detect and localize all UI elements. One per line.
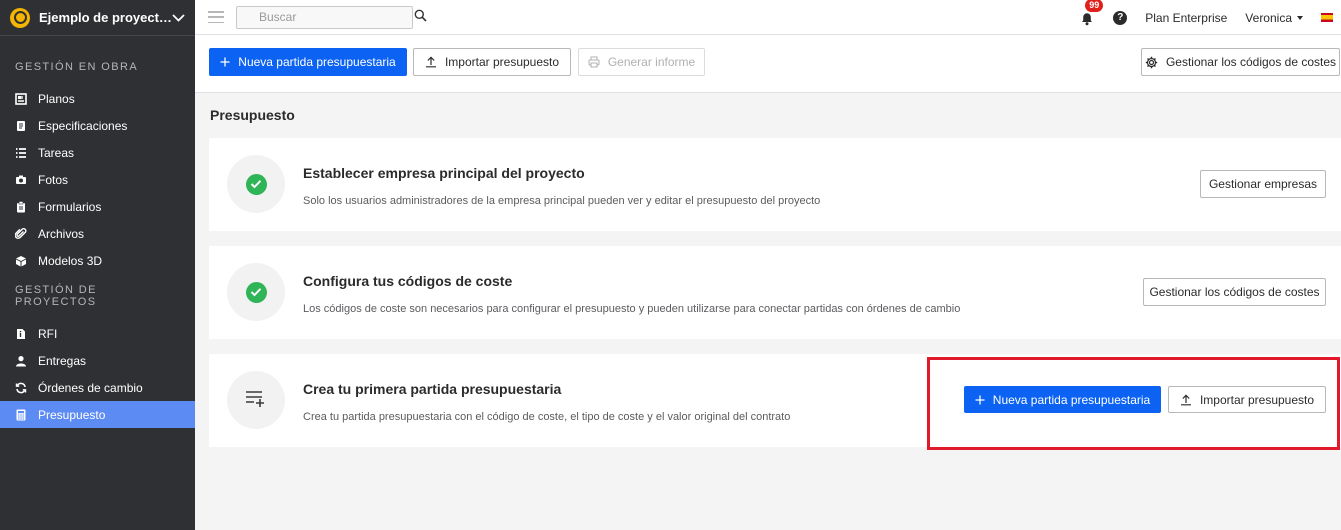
- sidebar-item-planos[interactable]: Planos: [0, 85, 195, 112]
- card-description: Crea tu partida presupuestaria con el có…: [303, 411, 791, 423]
- status-circle: [227, 371, 285, 429]
- top-bar: 99 ? Plan Enterprise Veronica: [195, 0, 1341, 35]
- new-budget-item-label: Nueva partida presupuestaria: [238, 55, 396, 69]
- project-selector[interactable]: Ejemplo de proyect…: [0, 0, 195, 36]
- sidebar-section-title: GESTIÓN EN OBRA: [15, 61, 139, 73]
- setup-card-main-company: Establecer empresa principal del proyect…: [209, 138, 1341, 231]
- user-icon: [15, 355, 27, 367]
- manage-cost-codes-button[interactable]: Gestionar los códigos de costes: [1141, 48, 1340, 76]
- manage-cost-codes-label: Gestionar los códigos de costes: [1165, 55, 1337, 69]
- sidebar-nav-projects: RFI Entregas Órdenes de cambio Presupues…: [0, 320, 195, 428]
- sidebar-item-formularios[interactable]: Formularios: [0, 193, 195, 220]
- manage-companies-button[interactable]: Gestionar empresas: [1200, 170, 1326, 198]
- chevron-down-icon[interactable]: [171, 11, 185, 25]
- top-right-controls: 99 ? Plan Enterprise Veronica: [1079, 0, 1333, 35]
- notifications-button[interactable]: 99: [1079, 0, 1104, 26]
- search-icon[interactable]: [414, 9, 427, 25]
- plans-icon: [15, 92, 27, 105]
- sidebar-item-label: Fotos: [38, 172, 69, 187]
- spain-flag-icon[interactable]: [1321, 13, 1333, 22]
- printer-icon: [588, 56, 600, 68]
- card-title: Crea tu primera partida presupuestaria: [303, 381, 562, 397]
- manage-cost-codes-card-button[interactable]: Gestionar los códigos de costes: [1143, 278, 1326, 306]
- sidebar-item-label: Tareas: [38, 145, 75, 160]
- generate-report-label: Generar informe: [607, 55, 696, 69]
- cube-icon: [15, 255, 27, 267]
- sidebar-item-label: Modelos 3D: [38, 253, 103, 268]
- sidebar-item-rfi[interactable]: RFI: [0, 320, 195, 347]
- sidebar-item-ordenes-de-cambio[interactable]: Órdenes de cambio: [0, 374, 195, 401]
- card-title: Configura tus códigos de coste: [303, 273, 513, 289]
- bell-icon: [1082, 12, 1093, 25]
- sidebar-item-entregas[interactable]: Entregas: [0, 347, 195, 374]
- caret-down-icon: [1297, 15, 1303, 20]
- card-title: Establecer empresa principal del proyect…: [303, 165, 585, 181]
- search-box[interactable]: [236, 5, 427, 29]
- check-circle-icon: [245, 281, 267, 303]
- menu-icon[interactable]: [208, 11, 224, 23]
- generate-report-button[interactable]: Generar informe: [578, 48, 705, 76]
- sidebar-item-label: RFI: [38, 326, 58, 341]
- status-circle: [227, 263, 285, 321]
- search-input[interactable]: [259, 10, 414, 24]
- upload-icon: [425, 56, 437, 68]
- add-list-icon: [245, 390, 267, 411]
- sidebar-item-label: Presupuesto: [38, 407, 106, 422]
- user-name: Veronica: [1245, 10, 1292, 25]
- rfi-icon: [15, 328, 27, 340]
- user-menu[interactable]: Veronica: [1245, 11, 1303, 25]
- sidebar: Ejemplo de proyect… GESTIÓN EN OBRA Plan…: [0, 0, 195, 530]
- plan-label[interactable]: Plan Enterprise: [1145, 11, 1227, 25]
- sidebar-item-tareas[interactable]: Tareas: [0, 139, 195, 166]
- clipboard-icon: [15, 200, 27, 213]
- calculator-icon: [15, 409, 27, 421]
- toolbar: Nueva partida presupuestaria Importar pr…: [195, 35, 1341, 93]
- sidebar-item-archivos[interactable]: Archivos: [0, 220, 195, 247]
- sidebar-item-label: Archivos: [38, 226, 85, 241]
- project-name: Ejemplo de proyect…: [39, 10, 171, 25]
- card-description: Solo los usuarios administradores de la …: [303, 195, 821, 207]
- sidebar-item-presupuesto[interactable]: Presupuesto: [0, 401, 195, 428]
- specifications-icon: [15, 120, 27, 132]
- help-icon[interactable]: ?: [1113, 10, 1128, 25]
- sidebar-item-label: Formularios: [38, 199, 102, 214]
- sidebar-nav-onsite: Planos Especificaciones Tareas Fotos For…: [0, 85, 195, 274]
- status-circle: [227, 155, 285, 213]
- new-budget-item-button[interactable]: Nueva partida presupuestaria: [209, 48, 407, 76]
- plus-icon: [220, 57, 230, 67]
- import-budget-label: Importar presupuesto: [444, 55, 560, 69]
- sidebar-item-label: Planos: [38, 91, 75, 106]
- camera-icon: [15, 174, 27, 186]
- sidebar-section-title: GESTIÓN DE PROYECTOS: [15, 284, 97, 308]
- paperclip-icon: [15, 227, 27, 240]
- highlight-box: [927, 357, 1340, 450]
- sidebar-item-modelos-3d[interactable]: Modelos 3D: [0, 247, 195, 274]
- sidebar-item-label: Especificaciones: [38, 118, 128, 133]
- card-description: Los códigos de coste son necesarios para…: [303, 303, 961, 315]
- project-logo-icon: [10, 7, 30, 28]
- notifications-badge: 99: [1085, 0, 1104, 12]
- setup-card-cost-codes: Configura tus códigos de coste Los códig…: [209, 246, 1341, 339]
- sidebar-item-label: Entregas: [38, 353, 87, 368]
- page-title: Presupuesto: [210, 107, 295, 123]
- sidebar-item-especificaciones[interactable]: Especificaciones: [0, 112, 195, 139]
- check-circle-icon: [245, 173, 267, 195]
- change-order-icon: [15, 382, 27, 394]
- sidebar-item-fotos[interactable]: Fotos: [0, 166, 195, 193]
- import-budget-button[interactable]: Importar presupuesto: [413, 48, 571, 76]
- gear-icon: [1145, 56, 1158, 69]
- sidebar-item-label: Órdenes de cambio: [38, 380, 143, 395]
- tasks-icon: [15, 147, 27, 159]
